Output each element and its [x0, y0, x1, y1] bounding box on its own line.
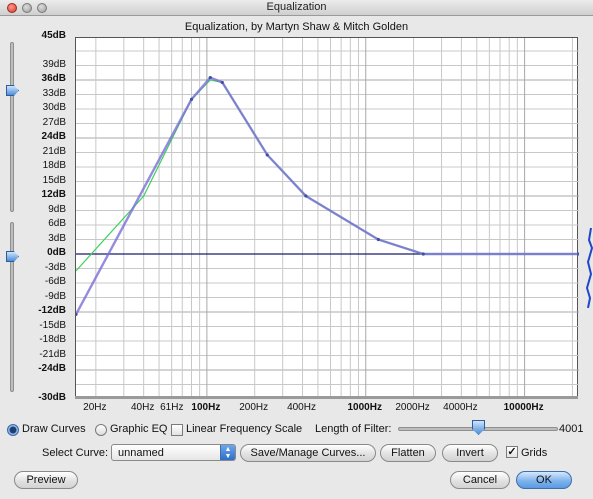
y-axis-label: -15dB: [39, 319, 66, 331]
x-axis-label: 200Hz: [239, 402, 269, 413]
x-axis-label: 61Hz: [160, 402, 184, 413]
y-axis-label: 6dB: [48, 218, 66, 229]
y-axis-label: -30dB: [38, 392, 66, 403]
flatten-button[interactable]: Flatten: [380, 444, 436, 462]
select-curve-label: Select Curve:: [42, 447, 109, 459]
y-axis-label: -21dB: [39, 348, 66, 360]
y-axis-label: -9dB: [44, 290, 66, 302]
y-axis-label: -12dB: [38, 305, 66, 316]
filter-length-label: Length of Filter:: [315, 423, 392, 435]
graph-bottom-border: [75, 396, 578, 399]
graphic-eq-label[interactable]: Graphic EQ: [110, 423, 167, 435]
y-axis-label: 18dB: [42, 160, 66, 171]
graphic-eq-radio[interactable]: [95, 424, 107, 436]
curve-control-point: [376, 237, 380, 242]
x-axis-label: 400Hz: [287, 402, 316, 413]
eq-graph[interactable]: [74, 37, 581, 398]
select-curve-value: unnamed: [118, 447, 164, 459]
min-db-slider-track[interactable]: [10, 222, 14, 392]
filter-length-slider-thumb[interactable]: [472, 420, 485, 435]
y-axis-label: 21dB: [42, 145, 66, 157]
title-bar[interactable]: Equalization: [0, 0, 593, 16]
save-manage-curves-button[interactable]: Save/Manage Curves...: [240, 444, 376, 462]
window-title: Equalization: [266, 1, 327, 13]
min-db-slider[interactable]: [6, 222, 19, 392]
eq-graph-canvas[interactable]: [74, 38, 581, 398]
y-axis-label: 27dB: [42, 116, 66, 128]
x-axis-label: 40Hz: [130, 402, 155, 413]
x-axis-label: 1000Hz: [347, 402, 382, 413]
grids-label[interactable]: Grids: [521, 447, 547, 459]
preview-button[interactable]: Preview: [14, 471, 78, 489]
max-db-slider-track[interactable]: [10, 42, 14, 212]
curve-control-point: [189, 97, 194, 101]
y-axis-label: 3dB: [48, 232, 66, 244]
y-axis-label: 45dB: [41, 29, 66, 41]
cancel-button[interactable]: Cancel: [450, 471, 510, 489]
background-waveform-fragment: [585, 228, 593, 308]
y-axis-label: 39dB: [42, 58, 66, 70]
x-axis-label: 2000Hz: [395, 402, 430, 413]
dialog-subtitle: Equalization, by Martyn Shaw & Mitch Gol…: [184, 21, 409, 33]
select-curve-dropdown[interactable]: unnamed ▲ ▼: [111, 444, 236, 461]
draw-curves-label[interactable]: Draw Curves: [22, 423, 86, 435]
min-db-slider-thumb[interactable]: [6, 251, 19, 262]
curve-control-point: [220, 80, 224, 85]
y-axis-label: 33dB: [42, 87, 66, 99]
filter-length-value: 4001: [559, 423, 584, 435]
dropdown-arrows-icon: ▲ ▼: [220, 445, 235, 460]
y-axis-label: 0dB: [47, 247, 66, 258]
draw-curves-radio[interactable]: [7, 424, 19, 436]
curve-control-point: [208, 75, 212, 80]
curve-control-point: [265, 153, 269, 157]
y-axis-label: -18dB: [39, 334, 66, 345]
y-axis-label: -6dB: [44, 276, 66, 287]
x-axis-label: 10000Hz: [503, 402, 544, 413]
y-axis-label: -3dB: [44, 261, 66, 273]
y-axis-label: 15dB: [42, 174, 66, 186]
y-axis-label: 30dB: [42, 102, 66, 113]
x-axis-label: 100Hz: [191, 402, 221, 413]
y-axis-label: 9dB: [48, 203, 66, 215]
y-axis-label: 36dB: [41, 73, 66, 84]
linear-frequency-checkbox[interactable]: [171, 424, 183, 436]
equalization-window: Equalization Equalization, by Martyn Sha…: [0, 0, 593, 499]
linear-frequency-label[interactable]: Linear Frequency Scale: [186, 423, 302, 435]
invert-button[interactable]: Invert: [442, 444, 498, 462]
y-axis-label: 24dB: [41, 131, 66, 142]
x-axis-label: 4000Hz: [443, 402, 478, 413]
x-axis-label: 20Hz: [83, 402, 107, 413]
curve-control-point: [304, 194, 308, 198]
y-axis-label: 12dB: [41, 189, 66, 200]
max-db-slider[interactable]: [6, 42, 19, 212]
curve-control-point: [421, 252, 425, 256]
y-axis-label: -24dB: [38, 363, 66, 374]
ok-button[interactable]: OK: [516, 471, 572, 489]
max-db-slider-thumb[interactable]: [6, 85, 19, 96]
grids-checkbox[interactable]: ✓: [506, 446, 518, 458]
